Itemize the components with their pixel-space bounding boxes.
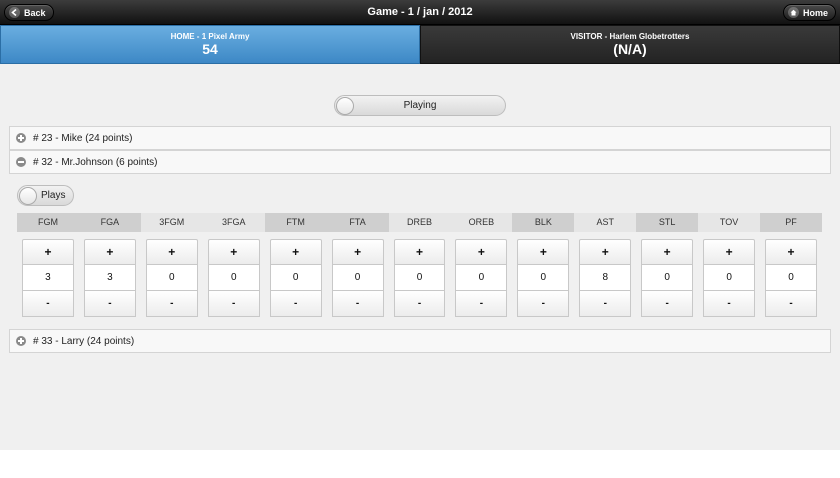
stat-column-oreb: + 0 - bbox=[450, 239, 512, 319]
decrement-button[interactable]: - bbox=[269, 291, 322, 317]
player-row-mr-johnson[interactable]: # 32 - Mr.Johnson (6 points) bbox=[9, 150, 831, 174]
stat-value: 0 bbox=[207, 265, 260, 291]
plays-toggle-label: Plays bbox=[41, 190, 66, 201]
home-team-label: HOME - 1 Pixel Army bbox=[170, 32, 250, 41]
increment-button[interactable]: + bbox=[579, 239, 632, 265]
stat-column-3fga: + 0 - bbox=[203, 239, 265, 319]
decrement-button[interactable]: - bbox=[765, 291, 817, 317]
house-icon bbox=[787, 7, 799, 18]
stat-column-ftm: + 0 - bbox=[265, 239, 327, 319]
decrement-button[interactable]: - bbox=[579, 291, 632, 317]
stat-column-tov: + 0 - bbox=[698, 239, 760, 319]
stat-column-3fgm: + 0 - bbox=[141, 239, 203, 319]
page-title: Game - 1 / jan / 2012 bbox=[367, 6, 473, 18]
stat-header-3fga: 3FGA bbox=[202, 213, 265, 232]
stat-value: 0 bbox=[455, 265, 508, 291]
increment-button[interactable]: + bbox=[83, 239, 136, 265]
visitor-team-score: (N/A) bbox=[613, 41, 647, 57]
app: Game - 1 / jan / 2012 Back Home HOME - 1… bbox=[0, 0, 840, 478]
stat-column-fga: + 3 - bbox=[79, 239, 141, 319]
stat-value: 0 bbox=[393, 265, 446, 291]
player-row-larry[interactable]: # 33 - Larry (24 points) bbox=[9, 329, 831, 353]
stat-column-ast: + 8 - bbox=[574, 239, 636, 319]
playing-toggle[interactable]: Playing bbox=[334, 95, 506, 116]
arrow-left-icon bbox=[9, 7, 20, 18]
home-button-label: Home bbox=[802, 7, 828, 18]
stat-value: 3 bbox=[22, 265, 74, 291]
stats-grid: + 3 - + 3 - + 0 - + 0 - + 0 - + 0 - + 0 … bbox=[17, 239, 822, 319]
plus-circle-icon bbox=[16, 133, 26, 143]
player-label: # 33 - Larry (24 points) bbox=[33, 335, 135, 347]
home-button[interactable]: Home bbox=[782, 4, 836, 21]
stat-header-fgm: FGM bbox=[17, 213, 79, 232]
stat-value: 0 bbox=[641, 265, 694, 291]
decrement-button[interactable]: - bbox=[145, 291, 198, 317]
decrement-button[interactable]: - bbox=[22, 291, 74, 317]
home-team-tab[interactable]: HOME - 1 Pixel Army 54 bbox=[0, 25, 420, 64]
stat-value: 0 bbox=[145, 265, 198, 291]
increment-button[interactable]: + bbox=[331, 239, 384, 265]
stat-value: 0 bbox=[765, 265, 817, 291]
stat-column-stl: + 0 - bbox=[636, 239, 698, 319]
stat-column-pf: + 0 - bbox=[760, 239, 822, 319]
increment-button[interactable]: + bbox=[703, 239, 756, 265]
stats-header: FGM FGA 3FGM 3FGA FTM FTA DREB OREB BLK … bbox=[17, 213, 822, 232]
stat-value: 3 bbox=[83, 265, 136, 291]
home-team-score: 54 bbox=[202, 41, 218, 57]
minus-circle-icon bbox=[16, 157, 26, 167]
increment-button[interactable]: + bbox=[455, 239, 508, 265]
stat-value: 0 bbox=[269, 265, 322, 291]
stat-header-oreb: OREB bbox=[450, 213, 513, 232]
stat-header-blk: BLK bbox=[512, 213, 575, 232]
visitor-team-label: VISITOR - Harlem Globetrotters bbox=[570, 32, 690, 41]
playing-toggle-label: Playing bbox=[403, 100, 437, 111]
decrement-button[interactable]: - bbox=[703, 291, 756, 317]
back-button[interactable]: Back bbox=[4, 4, 54, 21]
decrement-button[interactable]: - bbox=[207, 291, 260, 317]
player-label: # 23 - Mike (24 points) bbox=[33, 132, 133, 144]
stat-column-fta: + 0 - bbox=[327, 239, 389, 319]
increment-button[interactable]: + bbox=[145, 239, 198, 265]
stat-column-fgm: + 3 - bbox=[17, 239, 79, 319]
stat-column-blk: + 0 - bbox=[512, 239, 574, 319]
plays-toggle[interactable]: Plays bbox=[17, 185, 74, 206]
header-bar: Game - 1 / jan / 2012 Back Home bbox=[0, 0, 840, 25]
increment-button[interactable]: + bbox=[269, 239, 322, 265]
increment-button[interactable]: + bbox=[765, 239, 817, 265]
player-row-mike[interactable]: # 23 - Mike (24 points) bbox=[9, 126, 831, 150]
stat-header-3fgm: 3FGM bbox=[140, 213, 203, 232]
stat-header-ast: AST bbox=[574, 213, 637, 232]
increment-button[interactable]: + bbox=[393, 239, 446, 265]
decrement-button[interactable]: - bbox=[455, 291, 508, 317]
back-button-label: Back bbox=[24, 7, 46, 18]
stat-header-dreb: DREB bbox=[388, 213, 451, 232]
player-label: # 32 - Mr.Johnson (6 points) bbox=[33, 156, 158, 168]
toggle-knob bbox=[19, 187, 37, 205]
main-content: Playing # 23 - Mike (24 points) # 32 - M… bbox=[0, 64, 840, 450]
stat-header-fga: FGA bbox=[78, 213, 141, 232]
decrement-button[interactable]: - bbox=[393, 291, 446, 317]
decrement-button[interactable]: - bbox=[641, 291, 694, 317]
decrement-button[interactable]: - bbox=[331, 291, 384, 317]
decrement-button[interactable]: - bbox=[83, 291, 136, 317]
increment-button[interactable]: + bbox=[641, 239, 694, 265]
stat-header-stl: STL bbox=[636, 213, 699, 232]
stat-value: 0 bbox=[331, 265, 384, 291]
team-score-bar: HOME - 1 Pixel Army 54 VISITOR - Harlem … bbox=[0, 25, 840, 64]
stat-header-ftm: FTM bbox=[264, 213, 327, 232]
plus-circle-icon bbox=[16, 336, 26, 346]
stat-value: 8 bbox=[579, 265, 632, 291]
visitor-team-tab[interactable]: VISITOR - Harlem Globetrotters (N/A) bbox=[420, 25, 840, 64]
increment-button[interactable]: + bbox=[22, 239, 74, 265]
stat-column-dreb: + 0 - bbox=[389, 239, 451, 319]
stat-header-pf: PF bbox=[760, 213, 822, 232]
stat-value: 0 bbox=[517, 265, 570, 291]
decrement-button[interactable]: - bbox=[517, 291, 570, 317]
stat-value: 0 bbox=[703, 265, 756, 291]
stat-header-fta: FTA bbox=[326, 213, 389, 232]
increment-button[interactable]: + bbox=[207, 239, 260, 265]
stat-header-tov: TOV bbox=[698, 213, 761, 232]
increment-button[interactable]: + bbox=[517, 239, 570, 265]
